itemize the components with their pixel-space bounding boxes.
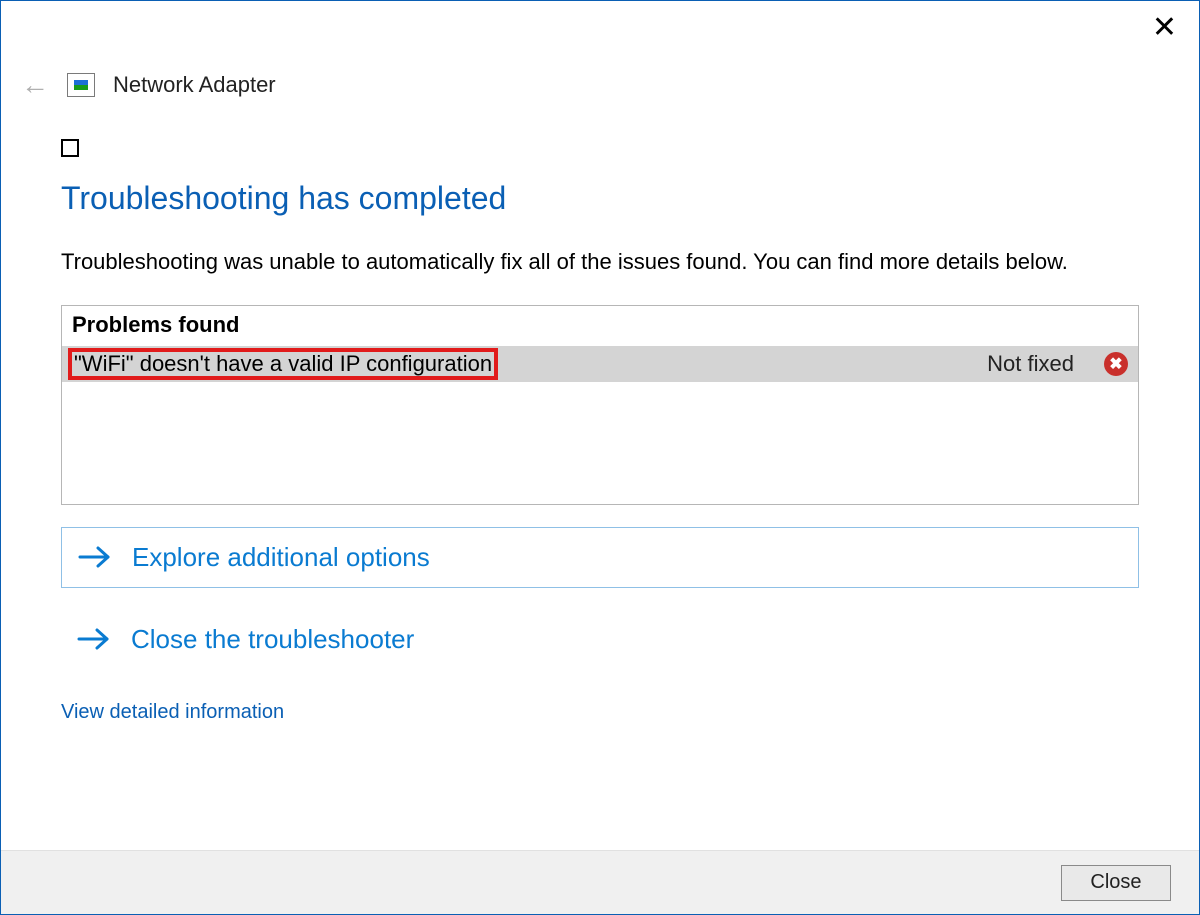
arrow-right-icon: [75, 627, 113, 651]
footer-bar: Close: [1, 850, 1199, 914]
network-adapter-icon: [67, 73, 95, 97]
page-title: Troubleshooting has completed: [61, 180, 1139, 217]
checkbox-icon: [61, 139, 79, 157]
problems-found-box: Problems found "WiFi" doesn't have a val…: [61, 305, 1139, 505]
arrow-right-icon: [76, 545, 114, 569]
problems-found-header: Problems found: [62, 306, 1138, 346]
problem-status: Not fixed: [987, 351, 1074, 377]
content-area: Troubleshooting has completed Troublesho…: [61, 139, 1139, 850]
header: ← Network Adapter: [21, 71, 1199, 99]
page-description: Troubleshooting was unable to automatica…: [61, 247, 1139, 277]
header-title: Network Adapter: [113, 72, 276, 98]
view-detailed-information-link[interactable]: View detailed information: [61, 701, 284, 724]
problem-row[interactable]: "WiFi" doesn't have a valid IP configura…: [62, 346, 1138, 382]
explore-additional-options-button[interactable]: Explore additional options: [61, 527, 1139, 588]
problem-name: "WiFi" doesn't have a valid IP configura…: [68, 348, 498, 380]
explore-option-label: Explore additional options: [132, 542, 430, 573]
close-button[interactable]: Close: [1061, 865, 1171, 901]
window-close-button[interactable]: ✕: [1152, 13, 1177, 43]
close-troubleshooter-button[interactable]: Close the troubleshooter: [61, 610, 1139, 669]
close-troubleshooter-label: Close the troubleshooter: [131, 624, 414, 655]
back-arrow-icon[interactable]: ←: [21, 71, 49, 99]
error-x-icon: ✖: [1104, 352, 1128, 376]
troubleshooter-window: ✕ ← Network Adapter Troubleshooting has …: [0, 0, 1200, 915]
